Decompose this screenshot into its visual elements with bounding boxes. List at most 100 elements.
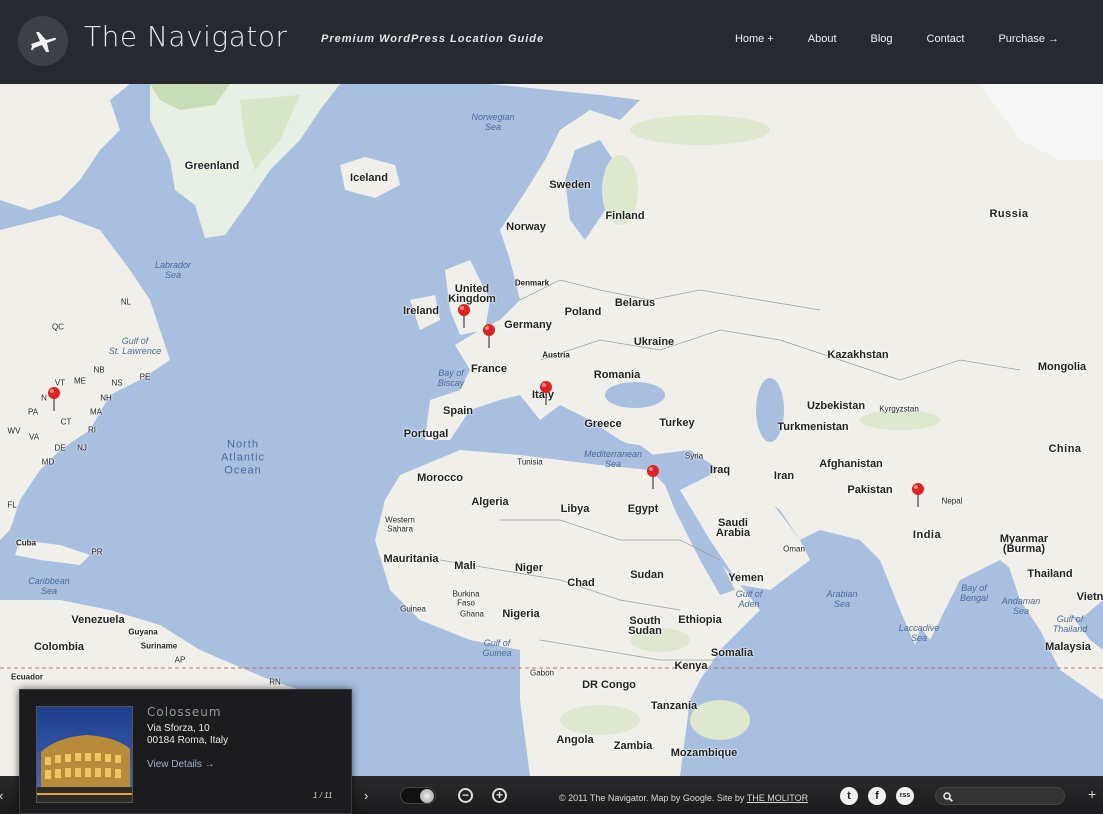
map-label-ethiopia: Ethiopia xyxy=(678,614,722,626)
map-label-yemen: Yemen xyxy=(728,572,764,584)
map-label-labrador-sea-2: Sea xyxy=(164,270,182,280)
credit-link[interactable]: THE MOLITOR xyxy=(747,793,808,803)
map-pin-cairo[interactable] xyxy=(646,465,660,489)
map-label-norway: Norway xyxy=(506,221,546,233)
map-label-germany: Germany xyxy=(504,319,552,331)
map-label-iraq: Iraq xyxy=(709,464,731,476)
twitter-icon[interactable]: t xyxy=(840,787,858,805)
map-label-belarus: Belarus xyxy=(614,297,656,309)
map-label-laccadive-1: Laccadive xyxy=(898,623,940,633)
map-label-mongolia: Mongolia xyxy=(1037,361,1087,373)
nav-about[interactable]: About xyxy=(808,33,837,45)
map-pin-agra[interactable] xyxy=(911,483,925,507)
search-icon xyxy=(943,792,953,802)
map-label-ct: CT xyxy=(60,417,72,427)
map-label-nb: NB xyxy=(93,365,105,375)
map-label-caribbean-2: Sea xyxy=(40,586,58,596)
address-line-1: Via Sforza, 10 xyxy=(147,723,210,734)
search-box xyxy=(935,787,1065,805)
map-label-pr: PR xyxy=(91,547,103,557)
toggle-knob xyxy=(420,789,434,803)
map-label-kenya: Kenya xyxy=(674,660,708,672)
prev-location-button[interactable]: ‹ xyxy=(0,788,3,803)
map-label-gulf-stlawrence-1: Gulf of xyxy=(121,336,149,346)
nav-purchase[interactable]: Purchase → xyxy=(998,33,1059,45)
location-info-panel: Colosseum Via Sforza, 10 00184 Roma, Ita… xyxy=(19,689,352,814)
map-pin-new-york[interactable] xyxy=(47,387,61,411)
map-label-norwegian-sea-1: Norwegian xyxy=(471,112,515,122)
map-label-niger: Niger xyxy=(514,562,544,574)
map-label-dr-congo: DR Congo xyxy=(582,679,636,691)
map-label-gulf-guinea-1: Gulf of xyxy=(483,638,511,648)
map-label-ghana: Ghana xyxy=(459,609,485,619)
map-label-ukraine: Ukraine xyxy=(633,336,675,348)
map-label-burkina-2: Faso xyxy=(457,598,475,608)
airplane-icon xyxy=(31,32,57,52)
map-label-arabian-sea-2: Sea xyxy=(833,599,851,609)
map-label-uk-2: Kingdom xyxy=(448,293,496,305)
map-label-suriname: Suriname xyxy=(140,641,178,651)
map-label-de: DE xyxy=(54,443,66,453)
nav-blog[interactable]: Blog xyxy=(871,33,893,45)
map-label-somalia: Somalia xyxy=(710,647,754,659)
map-label-austria: Austria xyxy=(542,350,570,360)
map-label-colombia: Colombia xyxy=(33,641,85,653)
map-label-me: ME xyxy=(74,376,86,386)
map-label-bay-biscay-2: Biscay xyxy=(437,378,465,388)
facebook-icon[interactable]: f xyxy=(868,787,886,805)
map-label-arabian-sea-1: Arabian xyxy=(826,589,858,599)
map-label-syria: Syria xyxy=(684,451,704,461)
map-label-kyrgyzstan: Kyrgyzstan xyxy=(879,404,919,414)
map-type-toggle[interactable] xyxy=(400,787,436,804)
map-label-north-atlantic-2: Atlantic xyxy=(220,451,266,464)
next-location-button[interactable]: › xyxy=(364,788,368,803)
rss-icon[interactable]: rss xyxy=(896,787,914,805)
map-label-angola: Angola xyxy=(556,734,594,746)
map-label-ap: AP xyxy=(174,655,186,665)
nav-home[interactable]: Home + xyxy=(735,33,774,45)
map-label-romania: Romania xyxy=(593,369,641,381)
map-label-north-atlantic-3: Ocean xyxy=(224,464,262,477)
map-label-md: MD xyxy=(41,457,55,467)
map-label-fl: FL xyxy=(7,500,17,510)
search-input[interactable] xyxy=(956,790,1060,803)
map-pin-paris[interactable] xyxy=(482,324,496,348)
map-label-gulf-thailand-2: Thailand xyxy=(1052,624,1088,634)
map-label-ns: NS xyxy=(111,378,123,388)
map-pin-rome[interactable] xyxy=(539,381,553,405)
logo[interactable] xyxy=(18,16,68,66)
map-label-laccadive-2: Sea xyxy=(910,633,928,643)
location-thumbnail[interactable] xyxy=(36,706,133,803)
colosseum-image xyxy=(37,707,132,802)
map-label-afghanistan: Afghanistan xyxy=(819,458,883,470)
map-label-gulf-guinea-2: Guinea xyxy=(482,648,512,658)
map-label-denmark: Denmark xyxy=(514,278,550,288)
map-label-pakistan: Pakistan xyxy=(847,484,893,496)
location-title[interactable]: Colosseum xyxy=(147,705,222,719)
copyright-label: © 2011 The Navigator. Map by Google. Sit… xyxy=(559,793,745,803)
site-title[interactable]: The Navigator xyxy=(84,20,288,53)
map-label-mediterranean-1: Mediterranean xyxy=(583,449,643,459)
map-label-gulf-aden-2: Aden xyxy=(738,599,760,609)
map-label-gulf-stlawrence-2: St. Lawrence xyxy=(108,346,162,356)
map-label-venezuela: Venezuela xyxy=(71,614,125,626)
map-label-greenland: Greenland xyxy=(184,160,240,172)
map-label-western-sahara-2: Sahara xyxy=(387,524,413,534)
map-label-finland: Finland xyxy=(605,210,645,222)
map-label-gulf-aden-1: Gulf of xyxy=(735,589,763,599)
map-label-rn: RN xyxy=(269,677,281,687)
map-label-mali: Mali xyxy=(454,560,476,572)
view-details-link[interactable]: View Details → xyxy=(147,759,215,770)
map-label-russia: Russia xyxy=(989,208,1029,220)
zoom-in-button[interactable]: + xyxy=(492,788,507,803)
map-label-south-sudan-2: Sudan xyxy=(628,625,662,637)
map-label-saudi-2: Arabia xyxy=(715,527,751,539)
map-label-gabon: Gabon xyxy=(529,668,555,678)
map-label-ireland: Ireland xyxy=(402,305,440,317)
expand-button[interactable]: + xyxy=(1088,786,1096,802)
map-pin-london[interactable] xyxy=(457,304,471,328)
map-label-turkmenistan: Turkmenistan xyxy=(777,421,849,433)
nav-contact[interactable]: Contact xyxy=(927,33,965,45)
map-label-wv: WV xyxy=(7,426,21,436)
zoom-out-button[interactable]: − xyxy=(458,788,473,803)
